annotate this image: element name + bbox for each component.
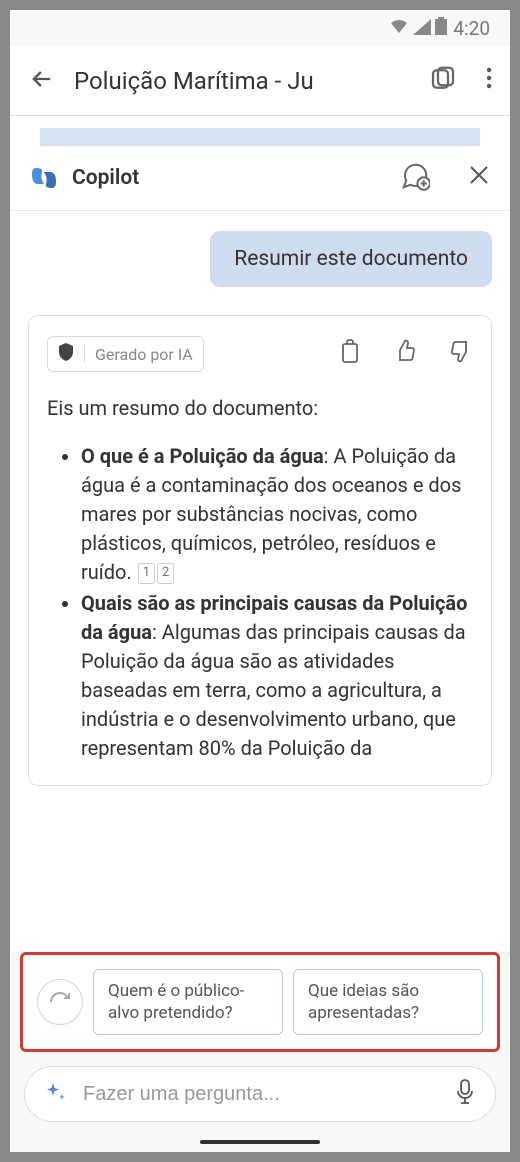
ai-generated-badge: Gerado por IA <box>47 336 204 372</box>
chat-input-bar <box>24 1066 496 1122</box>
status-time: 4:20 <box>453 17 490 40</box>
thumbs-down-icon[interactable] <box>449 339 473 369</box>
status-bar: 4:20 <box>10 10 510 46</box>
chat-scroll-area[interactable]: Resumir este documento Gerado por IA <box>10 211 510 952</box>
suggestion-chip-audience[interactable]: Quem é o público-alvo pretendido? <box>93 969 283 1035</box>
app-header: Poluição Marítima - Ju <box>10 46 510 116</box>
microphone-icon[interactable] <box>455 1079 475 1109</box>
close-icon[interactable] <box>468 164 490 192</box>
summary-item: Quais são as principais causas da Poluiç… <box>81 589 473 763</box>
summary-intro-text: Eis um resumo do documento: <box>47 396 473 420</box>
copilot-title: Copilot <box>72 166 386 190</box>
signal-icon <box>413 17 431 40</box>
wifi-icon <box>389 17 409 40</box>
suggestions-row: Quem é o público-alvo pretendido? Que id… <box>20 952 500 1052</box>
reference-badge[interactable]: 1 <box>138 563 155 584</box>
summary-item: O que é a Poluição da água: A Poluição d… <box>81 442 473 587</box>
copilot-header-icon[interactable] <box>428 64 458 98</box>
home-indicator[interactable] <box>200 1140 320 1144</box>
summary-list: O que é a Poluição da água: A Poluição d… <box>47 442 473 763</box>
more-menu-icon[interactable] <box>486 66 492 96</box>
back-arrow-icon[interactable] <box>28 65 56 97</box>
copilot-panel-header: Copilot <box>10 146 510 211</box>
suggestion-chip-ideas[interactable]: Que ideias são apresentadas? <box>293 969 483 1035</box>
chat-input[interactable] <box>83 1083 439 1106</box>
ai-badge-label: Gerado por IA <box>95 345 193 364</box>
battery-icon <box>435 17 447 40</box>
reference-badge[interactable]: 2 <box>157 563 174 584</box>
refresh-suggestions-button[interactable] <box>37 979 83 1025</box>
sparkle-icon <box>45 1081 67 1107</box>
new-chat-icon[interactable] <box>400 161 430 195</box>
copilot-logo-icon <box>30 164 58 192</box>
copy-icon[interactable] <box>339 339 361 369</box>
document-title: Poluição Marítima - Ju <box>74 67 410 95</box>
ai-response-card: Gerado por IA Eis um resumo do documento… <box>28 315 492 786</box>
document-preview-strip <box>10 116 510 146</box>
shield-icon <box>58 343 74 365</box>
user-message-bubble: Resumir este documento <box>210 231 492 287</box>
thumbs-up-icon[interactable] <box>393 339 417 369</box>
